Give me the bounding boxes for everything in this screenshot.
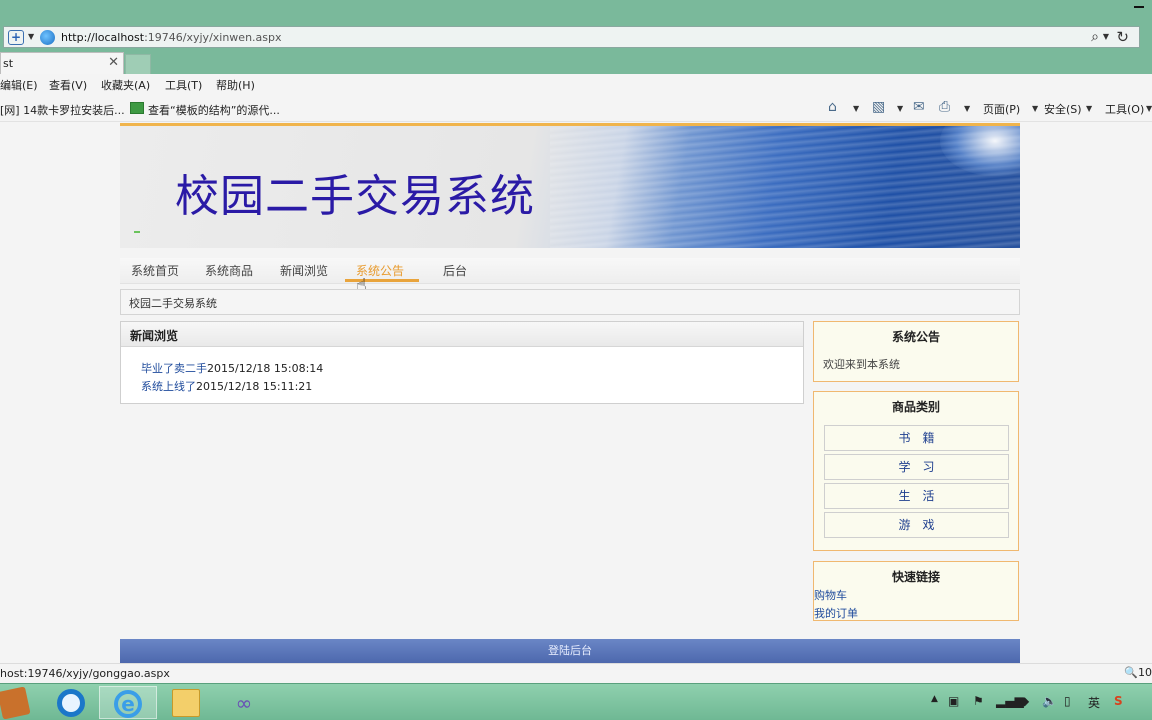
taskbar-app-explorer[interactable] [158, 686, 216, 719]
refresh-icon[interactable]: ↻ [1116, 28, 1129, 46]
news-link[interactable]: 毕业了卖二手 [141, 362, 207, 375]
news-panel: 新闻浏览 毕业了卖二手2015/12/18 15:08:14 系统上线了2015… [120, 321, 804, 404]
network-icon[interactable]: ▣ [948, 694, 959, 708]
category-games-button[interactable]: 游戏 [824, 512, 1009, 538]
news-link[interactable]: 系统上线了 [141, 380, 196, 393]
battery-icon[interactable]: ▯ [1064, 694, 1071, 708]
category-heading: 商品类别 [891, 400, 940, 414]
breadcrumb-text: 校园二手交易系统 [129, 297, 217, 310]
tab-strip: st ✕ [0, 50, 1152, 74]
cart-link[interactable]: 购物车 [814, 587, 847, 603]
sogou-icon[interactable]: S [1114, 694, 1123, 708]
menu-favorites[interactable]: 收藏夹(A) [101, 77, 150, 93]
menu-bar: 编辑(E) 查看(V) 收藏夹(A) 工具(T) 帮助(H) [0, 74, 1152, 96]
news-item: 毕业了卖二手2015/12/18 15:08:14 [141, 360, 323, 376]
category-panel: 商品类别 书籍 学习 生活 游戏 [813, 391, 1019, 551]
menu-view[interactable]: 查看(V) [49, 77, 87, 93]
chevron-down-icon[interactable]: ▼ [1032, 104, 1038, 113]
nav-home[interactable]: 系统首页 [131, 262, 179, 279]
notice-message: 欢迎来到本系统 [823, 358, 900, 371]
url-text[interactable]: http://localhost:19746/xyjy/xinwen.aspx [61, 31, 282, 44]
news-heading: 新闻浏览 [130, 329, 179, 343]
search-icon[interactable]: ⌕ [1091, 29, 1099, 45]
nav-products[interactable]: 系统商品 [205, 262, 253, 279]
taskbar-app-browser[interactable] [43, 686, 101, 719]
folder-icon [172, 689, 200, 717]
tray-expand-icon[interactable]: ▲ [931, 694, 938, 704]
book-icon [0, 686, 31, 720]
favorite-link[interactable]: [网] 14款卡罗拉安装后... [0, 102, 125, 118]
volume-icon[interactable]: 🔈 [1042, 694, 1057, 708]
tab-title: st [3, 57, 14, 70]
status-bar: host:19746/xyjy/gonggao.aspx 🔍10 [0, 663, 1152, 683]
new-tab-button[interactable] [125, 54, 151, 74]
nav-news[interactable]: 新闻浏览 [280, 262, 328, 279]
menu-tools[interactable]: 工具(T) [165, 77, 202, 93]
breadcrumb: 校园二手交易系统 [120, 289, 1020, 315]
chevron-down-icon[interactable]: ▼ [28, 32, 34, 41]
notice-heading: 系统公告 [891, 330, 940, 344]
news-date: 2015/12/18 15:08:14 [207, 362, 324, 375]
taskbar-app-book[interactable] [0, 686, 44, 720]
taskbar-app-ie[interactable]: e [99, 686, 157, 719]
browser-icon [57, 689, 85, 717]
visual-studio-icon: ∞ [235, 691, 253, 715]
nav-admin[interactable]: 后台 [443, 262, 467, 279]
banner-mark [134, 231, 140, 233]
site-title: 校园二手交易系统 [175, 171, 535, 222]
mail-icon[interactable]: ✉ [913, 99, 925, 115]
admin-login-link[interactable]: 登陆后台 [548, 644, 592, 657]
compat-nav-icon[interactable]: + [8, 30, 24, 45]
category-books-button[interactable]: 书籍 [824, 425, 1009, 451]
chevron-down-icon[interactable]: ▼ [1086, 104, 1092, 113]
quick-links-heading: 快速链接 [891, 570, 940, 584]
ie-icon: e [114, 690, 142, 718]
feeds-icon[interactable]: ▧ [872, 99, 885, 115]
status-url: host:19746/xyjy/gonggao.aspx [0, 667, 170, 680]
chevron-down-icon[interactable]: ▼ [897, 104, 903, 113]
taskbar-app-visualstudio[interactable]: ∞ [216, 686, 274, 719]
taskbar: e ∞ ▲ ▣ ⚑ ▂▄▆ ◆ 🔈 ▯ 英 S [0, 683, 1152, 720]
favorites-bar: [网] 14款卡罗拉安装后... 查看“模板的结构”的源代... ⌂ ▼ ▧ ▼… [0, 96, 1152, 122]
close-icon[interactable]: ✕ [108, 55, 119, 70]
home-icon[interactable]: ⌂ [828, 99, 837, 115]
window-titlebar [0, 0, 1152, 24]
news-panel-header: 新闻浏览 [121, 322, 803, 347]
category-life-button[interactable]: 生活 [824, 483, 1009, 509]
input-method-label[interactable]: 英 [1088, 694, 1100, 711]
safety-menu[interactable]: 安全(S) [1044, 101, 1082, 117]
news-item: 系统上线了2015/12/18 15:11:21 [141, 378, 312, 394]
zoom-level[interactable]: 🔍10 [1124, 666, 1152, 679]
address-bar[interactable]: + ▼ http://localhost:19746/xyjy/xinwen.a… [3, 26, 1140, 48]
quick-links-panel: 快速链接 购物车 我的订单 [813, 561, 1019, 621]
tray-app-icon[interactable]: ◆ [1020, 694, 1029, 708]
web-page: 校园二手交易系统 系统首页 系统商品 新闻浏览 系统公告 后台 ☝ 校园二手交易… [120, 123, 1020, 663]
ie-favicon-icon [40, 30, 55, 45]
news-date: 2015/12/18 15:11:21 [196, 380, 313, 393]
footer-bar: 登陆后台 [120, 639, 1020, 663]
browser-tab[interactable]: st ✕ [0, 52, 124, 74]
page-menu[interactable]: 页面(P) [983, 101, 1020, 117]
site-nav: 系统首页 系统商品 新闻浏览 系统公告 后台 ☝ [120, 258, 1020, 296]
category-study-button[interactable]: 学习 [824, 454, 1009, 480]
chevron-down-icon[interactable]: ▼ [964, 104, 970, 113]
notice-panel: 系统公告 欢迎来到本系统 [813, 321, 1019, 382]
flag-icon[interactable]: ⚑ [973, 694, 984, 708]
address-row: + ▼ http://localhost:19746/xyjy/xinwen.a… [0, 24, 1152, 50]
print-icon[interactable]: ⎙ [939, 99, 950, 115]
tools-menu[interactable]: 工具(O) [1105, 101, 1144, 117]
page-icon [130, 102, 144, 114]
orders-link[interactable]: 我的订单 [814, 605, 858, 621]
menu-edit[interactable]: 编辑(E) [0, 77, 38, 93]
chevron-down-icon[interactable]: ▼ [1146, 104, 1152, 113]
minimize-icon[interactable] [1134, 6, 1144, 8]
chevron-down-icon[interactable]: ▼ [853, 104, 859, 113]
site-banner: 校园二手交易系统 [120, 123, 1020, 248]
favorite-link[interactable]: 查看“模板的结构”的源代... [148, 102, 280, 118]
chevron-down-icon[interactable]: ▼ [1103, 32, 1109, 41]
menu-help[interactable]: 帮助(H) [216, 77, 255, 93]
